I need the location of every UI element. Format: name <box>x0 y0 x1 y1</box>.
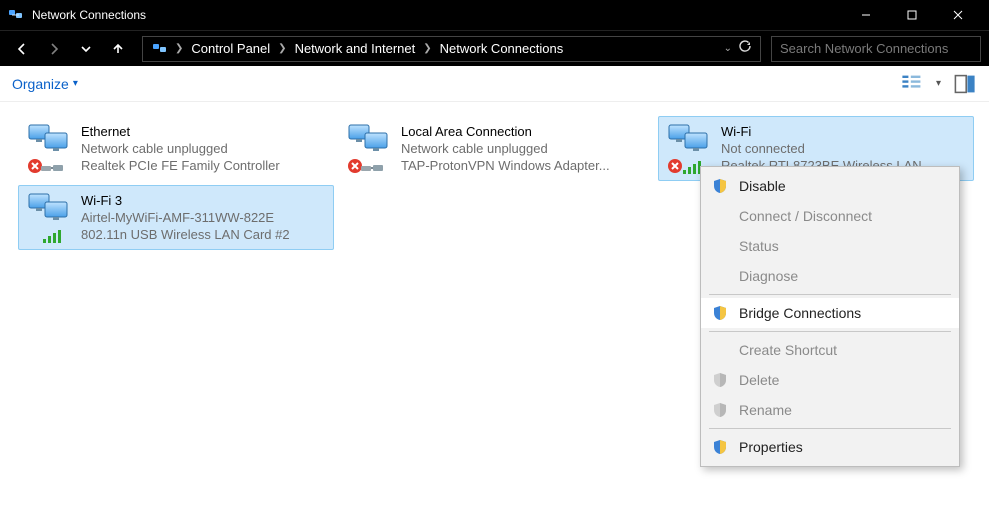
address-bar[interactable]: ❯ Control Panel ❯ Network and Internet ❯… <box>142 36 761 62</box>
refresh-icon[interactable] <box>738 39 752 58</box>
connection-item[interactable]: Ethernet Network cable unplugged Realtek… <box>18 116 334 181</box>
shield-icon <box>711 305 729 321</box>
chevron-down-icon: ▾ <box>73 78 78 89</box>
context-menu-label: Bridge Connections <box>739 305 861 321</box>
title-bar: Network Connections <box>0 0 989 30</box>
up-button[interactable] <box>104 35 132 63</box>
chevron-right-icon: ❯ <box>276 43 288 54</box>
navigation-bar: ❯ Control Panel ❯ Network and Internet ❯… <box>0 30 989 66</box>
context-menu-item[interactable]: Properties <box>701 432 959 462</box>
chevron-down-icon[interactable]: ▾ <box>936 78 941 89</box>
search-input[interactable]: Search Network Connections <box>771 36 981 62</box>
context-menu-item: Diagnose <box>701 261 959 291</box>
connection-name: Local Area Connection <box>401 123 610 140</box>
shield-icon <box>711 402 729 418</box>
organize-menu[interactable]: Organize ▾ <box>12 76 78 92</box>
minimize-button[interactable] <box>843 0 889 30</box>
connection-device: Realtek PCIe FE Family Controller <box>81 157 280 174</box>
back-button[interactable] <box>8 35 36 63</box>
context-menu-label: Create Shortcut <box>739 342 837 358</box>
shield-icon <box>711 372 729 388</box>
breadcrumb-item[interactable]: Network and Internet <box>289 41 422 56</box>
window-title: Network Connections <box>32 8 843 22</box>
adapter-icon <box>27 192 81 243</box>
connection-status: Network cable unplugged <box>81 140 280 157</box>
connection-name: Wi-Fi 3 <box>81 192 290 209</box>
context-menu-separator <box>709 428 951 429</box>
breadcrumb-item[interactable]: Network Connections <box>434 41 570 56</box>
context-menu-item[interactable]: Bridge Connections <box>701 298 959 328</box>
adapter-icon <box>27 123 81 174</box>
context-menu-label: Rename <box>739 402 792 418</box>
context-menu-separator <box>709 294 951 295</box>
location-icon <box>151 40 169 58</box>
forward-button[interactable] <box>40 35 68 63</box>
shield-icon <box>711 439 729 455</box>
connection-name: Wi-Fi <box>721 123 922 140</box>
context-menu: Disable Connect / Disconnect Status Diag… <box>700 166 960 467</box>
connection-status: Not connected <box>721 140 922 157</box>
context-menu-item: Delete <box>701 365 959 395</box>
shield-icon <box>711 178 729 194</box>
adapter-icon <box>347 123 401 174</box>
context-menu-separator <box>709 331 951 332</box>
connection-status: Network cable unplugged <box>401 140 610 157</box>
close-button[interactable] <box>935 0 981 30</box>
breadcrumb-item[interactable]: Control Panel <box>185 41 276 56</box>
context-menu-item: Connect / Disconnect <box>701 201 959 231</box>
chevron-right-icon: ❯ <box>173 43 185 54</box>
maximize-button[interactable] <box>889 0 935 30</box>
connection-item[interactable]: Wi-Fi 3 Airtel-MyWiFi-AMF-311WW-822E 802… <box>18 185 334 250</box>
context-menu-item: Create Shortcut <box>701 335 959 365</box>
preview-pane-button[interactable] <box>953 72 977 96</box>
app-icon <box>8 7 24 23</box>
connection-device: TAP-ProtonVPN Windows Adapter... <box>401 157 610 174</box>
recent-locations-button[interactable] <box>72 35 100 63</box>
context-menu-label: Status <box>739 238 779 254</box>
content-area: Ethernet Network cable unplugged Realtek… <box>0 102 989 264</box>
context-menu-label: Disable <box>739 178 786 194</box>
command-bar: Organize ▾ ▾ <box>0 66 989 102</box>
context-menu-label: Properties <box>739 439 803 455</box>
context-menu-label: Diagnose <box>739 268 798 284</box>
connection-status: Airtel-MyWiFi-AMF-311WW-822E <box>81 209 290 226</box>
connection-name: Ethernet <box>81 123 280 140</box>
context-menu-label: Connect / Disconnect <box>739 208 872 224</box>
view-options-button[interactable] <box>900 72 924 96</box>
search-placeholder: Search Network Connections <box>780 41 948 56</box>
chevron-down-icon[interactable]: ⌄ <box>724 43 732 54</box>
chevron-right-icon: ❯ <box>421 43 433 54</box>
organize-label: Organize <box>12 76 69 92</box>
context-menu-item[interactable]: Disable <box>701 171 959 201</box>
connection-device: 802.11n USB Wireless LAN Card #2 <box>81 226 290 243</box>
connection-item[interactable]: Local Area Connection Network cable unpl… <box>338 116 654 181</box>
context-menu-item: Status <box>701 231 959 261</box>
context-menu-label: Delete <box>739 372 779 388</box>
context-menu-item: Rename <box>701 395 959 425</box>
